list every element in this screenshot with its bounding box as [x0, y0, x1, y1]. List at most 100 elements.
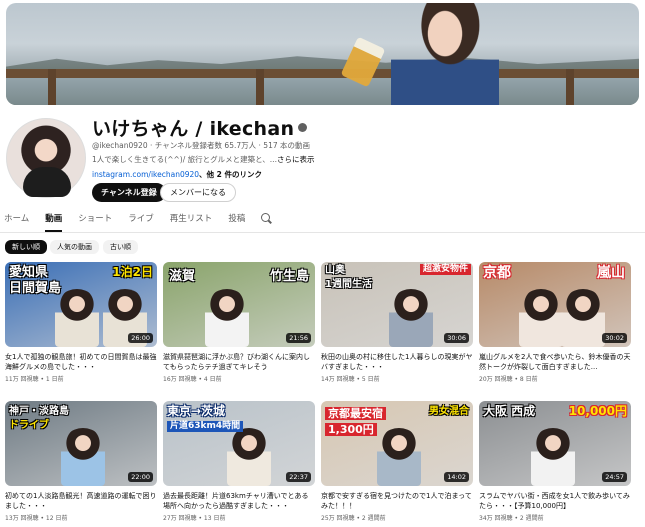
- thumbnail-person: [519, 289, 563, 347]
- thumbnail-caption: 滋賀: [169, 269, 196, 284]
- video-card[interactable]: 京都 嵐山 30:02 嵐山グルメを2人で食べ歩いたら、鈴木優香の天然トークが炸裂して…: [479, 262, 631, 383]
- video-title[interactable]: 嵐山グルメを2人で食べ歩いたら、鈴木優香の天然トークが炸裂して面白すぎました..…: [479, 352, 631, 372]
- thumbnail-caption: ドライブ: [9, 420, 49, 431]
- upload-age: 8 日前: [519, 376, 538, 383]
- video-card[interactable]: 大阪 西成 10,000円 24:57 スラムでヤバい街・西成を女1人で飲み歩いてみた…: [479, 401, 631, 522]
- tab-home[interactable]: ホーム: [4, 212, 29, 232]
- video-title[interactable]: 初めての1人淡路島観光！高速道路の運転で困りました・・・: [5, 491, 157, 511]
- video-duration: 22:37: [286, 472, 311, 482]
- channel-name: いけちゃん / ikechan: [92, 118, 295, 140]
- thumbnail-person: [561, 289, 605, 347]
- video-duration: 22:00: [128, 472, 153, 482]
- view-count: 25万 回視聴: [321, 515, 355, 522]
- channel-tabs: ホーム 動画 ショート ライブ 再生リスト 投稿: [4, 212, 272, 232]
- search-icon[interactable]: [261, 213, 272, 224]
- subscriber-count: チャンネル登録者数 65.7万人: [154, 141, 257, 150]
- meta-separator: •: [196, 376, 204, 383]
- video-title[interactable]: 過去最長距離！片道63kmチャリ漕いでとある場所へ向かったら過酷すぎました・・・: [163, 491, 315, 511]
- tab-shorts[interactable]: ショート: [78, 212, 112, 232]
- thumbnail-caption: 竹生島: [269, 269, 309, 284]
- meta-separator: •: [512, 515, 520, 522]
- view-count: 11万 回視聴: [5, 376, 39, 383]
- verified-badge-icon: [298, 123, 308, 132]
- thumbnail-caption: 10,000円: [568, 404, 627, 418]
- channel-avatar[interactable]: [6, 118, 86, 198]
- upload-age: 2 週間前: [519, 515, 544, 522]
- video-card[interactable]: 京都最安宿 1,300円 男女混合 14:02 京都で安すぎる宿を見つけたので1人で泊ま…: [321, 401, 473, 522]
- video-meta: 20万 回視聴 • 8 日前: [479, 374, 631, 383]
- more-links[interactable]: 、他 2 件のリンク: [199, 170, 262, 179]
- video-duration: 30:06: [444, 333, 469, 343]
- video-meta: 13万 回視聴 • 12 日前: [5, 513, 157, 522]
- view-count: 16万 回視聴: [163, 376, 197, 383]
- video-title[interactable]: スラムでヤバい街・西成を女1人で飲み歩いてみたら・・・【予算10,000円】: [479, 491, 631, 511]
- video-meta: 34万 回視聴 • 2 週間前: [479, 513, 631, 522]
- description-more[interactable]: さらに表示: [277, 155, 315, 164]
- video-title[interactable]: 秋田の山奥の村に移住した1人暮らしの現実がヤバすぎました・・・: [321, 352, 473, 372]
- thumbnail-caption: 片道63km4時間: [167, 421, 244, 432]
- video-title[interactable]: 女1人で孤独の観島旅！初めての日間賀島は最強海鮮グルメの島でした・・・: [5, 352, 157, 372]
- upload-age: 12 日前: [45, 515, 68, 522]
- meta-separator: •: [38, 515, 46, 522]
- meta-separator: ·: [258, 141, 261, 150]
- video-duration: 21:56: [286, 333, 311, 343]
- video-meta: 25万 回視聴 • 2 週間前: [321, 513, 473, 522]
- video-card[interactable]: 東京→茨城 片道63km4時間 22:37 過去最長距離！片道63kmチャリ漕いでとあ…: [163, 401, 315, 522]
- tab-playlists[interactable]: 再生リスト: [170, 212, 213, 232]
- join-button[interactable]: メンバーになる: [160, 183, 236, 202]
- view-count: 27万 回視聴: [163, 515, 197, 522]
- upload-age: 4 日前: [203, 376, 222, 383]
- thumbnail-caption: 神戸・淡路島: [9, 406, 69, 417]
- channel-banner: [6, 3, 639, 105]
- thumbnail-person: [389, 289, 433, 347]
- instagram-link[interactable]: instagram.com/ikechan0920: [92, 170, 199, 179]
- video-thumbnail[interactable]: 滋賀 竹生島 21:56: [163, 262, 315, 347]
- video-card[interactable]: 滋賀 竹生島 21:56 滋賀県琵琶湖に浮かぶ島？びわ湖くんに案内してもらったらテチ過…: [163, 262, 315, 383]
- video-thumbnail[interactable]: 山奥 1週間生活 超激安物件 30:06: [321, 262, 473, 347]
- banner-rail-post: [566, 69, 574, 105]
- filter-oldest[interactable]: 古い順: [103, 240, 138, 254]
- video-title[interactable]: 滋賀県琵琶湖に浮かぶ島？びわ湖くんに案内してもらったらテチ過ぎてキレそう: [163, 352, 315, 372]
- video-card[interactable]: 山奥 1週間生活 超激安物件 30:06 秋田の山奥の村に移住した1人暮らしの現実がヤバ…: [321, 262, 473, 383]
- thumbnail-caption: 男女混合: [429, 406, 469, 417]
- thumbnail-person: [377, 428, 421, 486]
- view-count: 14万 回視聴: [321, 376, 355, 383]
- description-text: 1人で楽しく生きてる(^^)/ 旅行とグルメと建築と、...: [92, 155, 277, 164]
- channel-description[interactable]: 1人で楽しく生きてる(^^)/ 旅行とグルメと建築と、...さらに表示: [92, 154, 314, 165]
- video-duration: 24:57: [602, 472, 627, 482]
- video-thumbnail[interactable]: 京都最安宿 1,300円 男女混合 14:02: [321, 401, 473, 486]
- tab-posts[interactable]: 投稿: [228, 212, 245, 232]
- subscribe-button[interactable]: チャンネル登録: [92, 183, 166, 202]
- video-duration: 26:00: [128, 333, 153, 343]
- tabs-divider: [0, 232, 645, 233]
- meta-separator: •: [196, 515, 204, 522]
- channel-meta: @ikechan0920 · チャンネル登録者数 65.7万人 · 517 本の…: [92, 140, 310, 151]
- filter-popular[interactable]: 人気の動画: [50, 240, 99, 254]
- video-thumbnail[interactable]: 京都 嵐山 30:02: [479, 262, 631, 347]
- thumbnail-caption: 愛知県: [9, 265, 49, 280]
- channel-links: instagram.com/ikechan0920、他 2 件のリンク: [92, 169, 262, 180]
- channel-handle: @ikechan0920: [92, 141, 148, 150]
- meta-separator: •: [512, 376, 520, 383]
- video-title[interactable]: 京都で安すぎる宿を見つけたので1人で泊まってみた！！！: [321, 491, 473, 511]
- thumbnail-person: [227, 428, 271, 486]
- video-thumbnail[interactable]: 愛知県 日間賀島 1泊2日 26:00: [5, 262, 157, 347]
- video-thumbnail[interactable]: 大阪 西成 10,000円 24:57: [479, 401, 631, 486]
- video-thumbnail[interactable]: 東京→茨城 片道63km4時間 22:37: [163, 401, 315, 486]
- thumbnail-caption: 京都: [483, 265, 511, 281]
- video-thumbnail[interactable]: 神戸・淡路島 ドライブ 22:00: [5, 401, 157, 486]
- tab-videos[interactable]: 動画: [45, 212, 63, 232]
- tab-live[interactable]: ライブ: [128, 212, 154, 232]
- upload-age: 1 日前: [45, 376, 64, 383]
- thumbnail-person: [205, 289, 249, 347]
- video-card[interactable]: 神戸・淡路島 ドライブ 22:00 初めての1人淡路島観光！高速道路の運転で困りました…: [5, 401, 157, 522]
- video-duration: 14:02: [444, 472, 469, 482]
- video-card[interactable]: 愛知県 日間賀島 1泊2日 26:00 女1人で孤独の観島旅！初めての日間賀島は最強海鮮…: [5, 262, 157, 383]
- filter-newest[interactable]: 新しい順: [5, 240, 47, 254]
- thumbnail-caption: 山奥: [325, 265, 345, 276]
- thumbnail-caption: 京都最安宿: [325, 407, 386, 420]
- thumbnail-person: [531, 428, 575, 486]
- thumbnail-person: [61, 428, 105, 486]
- meta-separator: •: [354, 515, 362, 522]
- view-count: 13万 回視聴: [5, 515, 39, 522]
